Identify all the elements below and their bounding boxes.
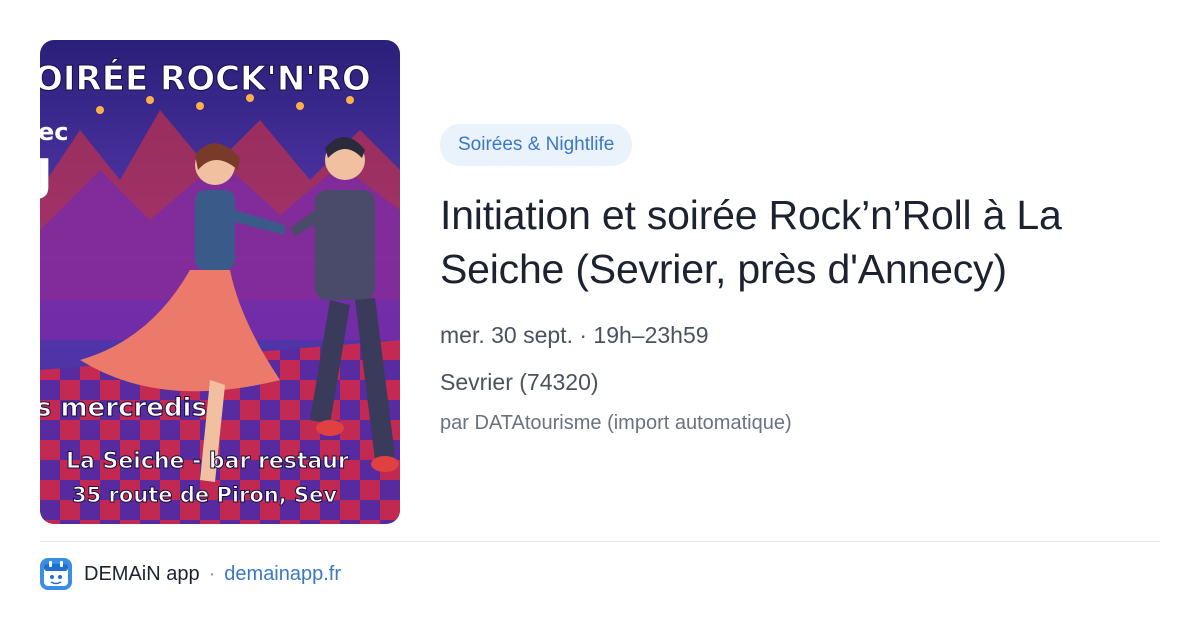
app-website-link[interactable]: demainapp.fr <box>224 563 341 586</box>
app-name: DEMAiN app <box>84 562 200 585</box>
poster-days: s mercredis <box>40 393 207 423</box>
event-datetime: mer. 30 sept. · 19h–23h59 <box>440 322 709 348</box>
poster-line-b: J <box>40 150 52 201</box>
poster-title: OIRÉE ROCK'N'RO <box>40 58 371 99</box>
category-badge[interactable]: Soirées & Nightlife <box>440 124 633 166</box>
poster-address: 35 route de Piron, Sev <box>72 483 337 507</box>
footer-divider <box>40 541 1160 542</box>
footer: DEMAiN app · demainapp.fr <box>40 558 341 590</box>
event-info: Soirées & Nightlife Initiation et soirée… <box>440 124 1160 435</box>
poster-line-a: ec <box>40 118 69 146</box>
event-source: par DATAtourisme (import automatique) <box>440 412 792 434</box>
event-title[interactable]: Initiation et soirée Rock’n’Roll à La Se… <box>440 188 1160 296</box>
poster-venue: La Seiche - bar restaur <box>66 449 349 474</box>
footer-separator: · <box>208 562 216 585</box>
event-location: Sevrier (74320) <box>440 369 599 395</box>
event-poster-image: OIRÉE ROCK'N'RO ec J s mercredis La Seic… <box>40 40 400 524</box>
app-logo-icon[interactable] <box>40 558 72 590</box>
